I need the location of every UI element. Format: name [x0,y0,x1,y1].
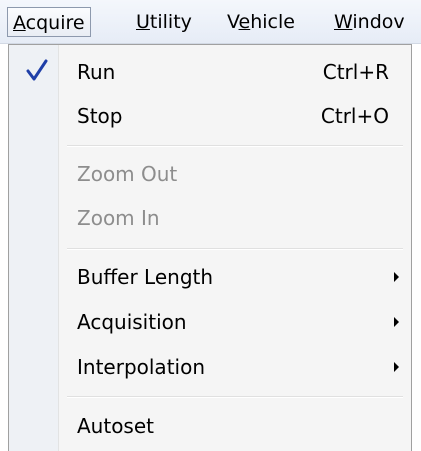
menu-item-autoset-label: Autoset [77,414,155,438]
menu-vehicle[interactable]: Vehicle [227,7,295,37]
menu-item-run[interactable]: Run Ctrl+R [11,50,409,94]
submenu-arrow-icon [394,317,399,327]
menu-vehicle-pre: V [227,11,239,33]
menu-item-zoom-out[interactable]: Zoom Out [11,152,409,196]
menu-item-acquisition-label: Acquisition [77,310,187,334]
menu-item-interpolation-label: Interpolation [77,355,205,379]
menu-item-interpolation[interactable]: Interpolation [11,345,409,389]
menu-item-zoom-in-label: Zoom In [77,206,160,230]
menu-item-buffer-length-label: Buffer Length [77,265,214,289]
menu-item-stop-label: Stop [77,104,123,128]
checkmark-icon [26,59,48,81]
menu-window-rest: indov [352,11,405,33]
menu-acquire-mnemonic: A [13,12,26,34]
menu-separator [67,145,403,147]
menu-item-stop-shortcut: Ctrl+O [320,104,389,128]
submenu-arrow-icon [394,272,399,282]
menu-vehicle-rest: hicle [250,11,295,33]
acquire-dropdown-menu: Run Ctrl+R Stop Ctrl+O Zoom Out Zoom In … [8,44,412,451]
menu-utility[interactable]: Utility [136,7,192,37]
menu-item-zoom-out-label: Zoom Out [77,162,178,186]
menu-item-acquisition[interactable]: Acquisition [11,300,409,344]
menu-item-zoom-in[interactable]: Zoom In [11,196,409,240]
menu-window-mnemonic: W [334,11,353,33]
menu-acquire-rest: cquire [25,12,85,34]
menu-item-run-shortcut: Ctrl+R [322,60,389,84]
menu-separator [67,396,403,398]
menu-utility-rest: tility [149,11,192,33]
menu-item-buffer-length[interactable]: Buffer Length [11,255,409,299]
screen: Acquire Utility Vehicle Windov Run Ctrl+… [0,0,421,451]
submenu-arrow-icon [394,362,399,372]
menu-bar: Acquire Utility Vehicle Windov [0,0,421,44]
menu-item-stop[interactable]: Stop Ctrl+O [11,94,409,138]
menu-utility-mnemonic: U [136,11,150,33]
menu-vehicle-mnemonic: e [238,11,251,33]
menu-window[interactable]: Windov [334,7,405,37]
menu-item-run-label: Run [77,60,116,84]
menu-acquire[interactable]: Acquire [7,7,91,37]
menu-separator [67,248,403,250]
menu-item-autoset[interactable]: Autoset [11,404,409,448]
